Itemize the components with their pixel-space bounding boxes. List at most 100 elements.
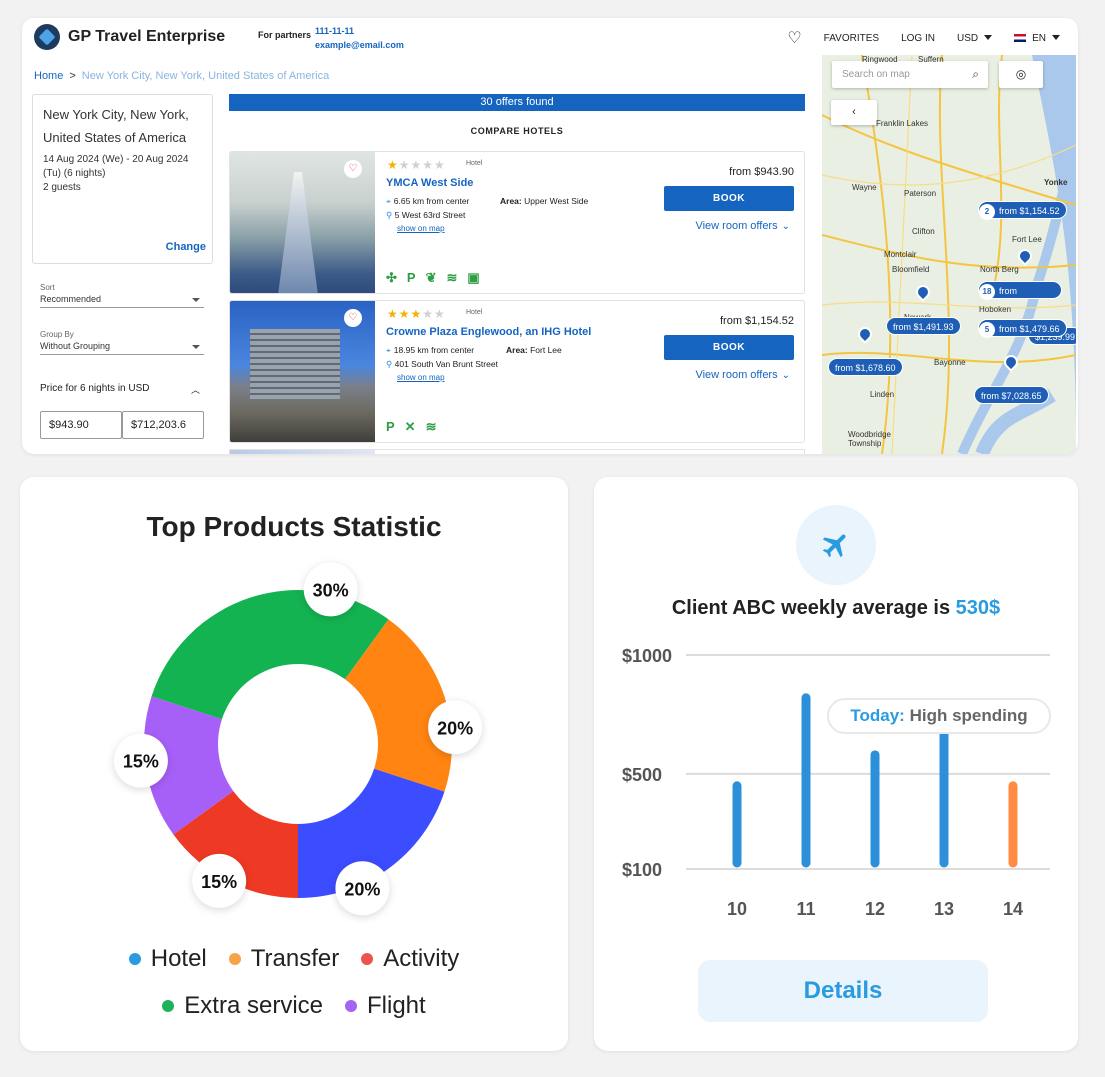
locate-me-icon[interactable]: ◎ — [999, 61, 1043, 88]
hotel-address: ⚲ 5 West 63rd Street — [386, 210, 466, 220]
show-on-map-link[interactable]: show on map — [397, 373, 445, 382]
breadcrumb-home[interactable]: Home — [34, 70, 63, 82]
favorite-heart-icon[interactable]: ♡ — [344, 309, 362, 327]
show-on-map-link[interactable]: show on map — [397, 224, 445, 233]
view-room-offers-link[interactable]: View room offers — [695, 220, 790, 232]
favorites-heart-icon[interactable]: ♡ — [787, 28, 801, 48]
sort-value: Recommended — [40, 294, 204, 307]
book-button[interactable]: BOOK — [664, 335, 794, 360]
group-by-label: Group By — [40, 330, 74, 339]
price-filter-header[interactable]: Price for 6 nights in USD ︿ — [40, 383, 200, 395]
login-link[interactable]: LOG IN — [901, 33, 935, 44]
partner-contacts: 111-11-11 example@email.com — [315, 24, 404, 52]
map-label: Ringwood — [862, 55, 898, 64]
legend-dot — [361, 953, 374, 965]
chevron-down-icon — [984, 35, 993, 41]
view-room-offers-link[interactable]: View room offers — [695, 369, 790, 381]
svg-text:30%: 30% — [313, 580, 349, 600]
hotel-distance: ⌖ 18.95 km from center — [386, 345, 475, 355]
favorites-link[interactable]: FAVORITES — [824, 33, 879, 44]
hotel-card-partial — [229, 449, 805, 454]
map-price-marker[interactable]: 2 from $1,154.52 — [978, 201, 1067, 220]
search-guests: 2 guests — [43, 182, 81, 193]
pin-icon: ⚲ — [386, 210, 393, 220]
business-icon: ▣ — [467, 270, 480, 285]
star-rating: ★★★★★ — [387, 158, 446, 172]
booking-panel: GP Travel Enterprise For partners 111-11… — [22, 18, 1078, 454]
sort-select[interactable]: Sort Recommended — [40, 283, 204, 308]
map-search-input[interactable]: Search on map ⌕ — [832, 61, 988, 88]
legend-item-activity: Activity — [361, 945, 459, 973]
parking-icon: P — [386, 419, 395, 434]
favorite-heart-icon[interactable]: ♡ — [344, 160, 362, 178]
map-price-marker[interactable]: 18 from — [978, 281, 1062, 300]
map-price-marker[interactable]: from $1,678.60 — [828, 358, 903, 376]
legend-dot — [228, 953, 241, 965]
map-label: Woodbridge Township — [848, 430, 891, 448]
map-label: Clifton — [912, 227, 935, 236]
partner-email[interactable]: example@email.com — [315, 38, 404, 52]
top-products-card: 30% 20% 20% 15% 15% Top Products Statistic H… — [20, 477, 568, 1051]
y-tick-label: $100 — [622, 860, 662, 880]
map-label: Fort Lee — [1012, 235, 1042, 244]
language-select[interactable]: EN — [1014, 33, 1060, 44]
results-map[interactable]: Search on map ⌕ ◎ ‹ Ringwood Suffern Fran… — [822, 55, 1076, 454]
search-summary: New York City, New York, United States o… — [32, 94, 213, 264]
distance-icon: ⌖ — [386, 196, 391, 206]
legend-item-flight: Flight — [345, 992, 426, 1020]
currency-select[interactable]: USD — [956, 32, 993, 44]
x-tick-label: 14 — [1003, 899, 1023, 919]
svg-text:15%: 15% — [123, 752, 159, 772]
map-price-marker[interactable]: from $1,491.93 — [886, 317, 961, 335]
hotel-area: Area: Fort Lee — [506, 345, 562, 355]
spa-icon: ❦ — [425, 270, 437, 285]
weekly-spending-card: Client ABC weekly average is 530$ $1000 $… — [594, 477, 1078, 1051]
search-dates: 14 Aug 2024 (We) - 20 Aug 2024 (Tu) (6 n… — [43, 154, 189, 179]
search-icon[interactable]: ⌕ — [972, 67, 979, 82]
hotel-type: Hotel — [466, 309, 483, 316]
hotel-type: Hotel — [466, 160, 483, 167]
x-tick-label: 11 — [796, 899, 815, 919]
wifi-icon: ≋ — [425, 419, 437, 434]
legend-row-1: Hotel Transfer Activity — [20, 945, 568, 973]
sort-label: Sort — [40, 283, 55, 292]
svg-text:20%: 20% — [437, 718, 473, 738]
map-label: Bayonne — [934, 358, 966, 367]
group-by-value: Without Grouping — [40, 341, 204, 354]
map-label: Bloomfield — [892, 265, 930, 274]
brand-logo[interactable]: GP Travel Enterprise — [34, 24, 225, 50]
map-price-marker[interactable]: from $7,028.65 — [974, 386, 1049, 404]
top-nav: ♡ FAVORITES LOG IN USD EN — [787, 28, 1060, 48]
book-button[interactable]: BOOK — [664, 186, 794, 211]
map-price-marker[interactable]: 5 from $1,479.66 — [978, 319, 1067, 338]
currency-value: USD — [956, 32, 979, 44]
price-filter-label: Price for 6 nights in USD — [40, 383, 150, 394]
group-by-select[interactable]: Group By Without Grouping — [40, 330, 204, 355]
partner-phone[interactable]: 111-11-11 — [315, 24, 404, 38]
price-min-input[interactable]: $943.90 — [40, 411, 122, 439]
collapse-map-button[interactable]: ‹ — [831, 100, 877, 125]
details-button[interactable]: Details — [698, 960, 988, 1022]
slice-percentage-label: 20% — [335, 861, 390, 916]
hotel-area: Area: Upper West Side — [500, 196, 589, 206]
hotel-name[interactable]: Crowne Plaza Englewood, an IHG Hotel — [386, 326, 591, 338]
chart-title: Top Products Statistic — [146, 511, 442, 542]
offers-count-bar: 30 offers found — [229, 94, 805, 111]
hotel-price: from $943.90 — [729, 166, 794, 178]
price-max-input[interactable]: $712,203.6 — [122, 411, 204, 439]
breadcrumb-location[interactable]: New York City, New York, United States o… — [82, 70, 329, 82]
amenities: P ✕ ≋ — [386, 419, 436, 435]
hotel-name[interactable]: YMCA West Side — [386, 177, 473, 189]
change-search-link[interactable]: Change — [166, 241, 206, 253]
chevron-down-icon — [1052, 35, 1060, 41]
legend-item-extra-service: Extra service — [162, 992, 323, 1020]
compare-hotels-link[interactable]: COMPARE HOTELS — [229, 126, 805, 136]
hotel-card: ♡ ★★★★★ Hotel YMCA West Side ⌖ 6.65 km fr… — [229, 151, 805, 294]
brand-name: GP Travel Enterprise — [68, 28, 226, 45]
chevron-up-icon: ︿ — [190, 385, 200, 395]
svg-text:15%: 15% — [201, 872, 237, 892]
hotel-price: from $1,154.52 — [720, 315, 794, 327]
map-label: Suffern — [918, 55, 944, 64]
svg-text:20%: 20% — [344, 879, 380, 899]
breadcrumb-separator: > — [69, 70, 76, 82]
